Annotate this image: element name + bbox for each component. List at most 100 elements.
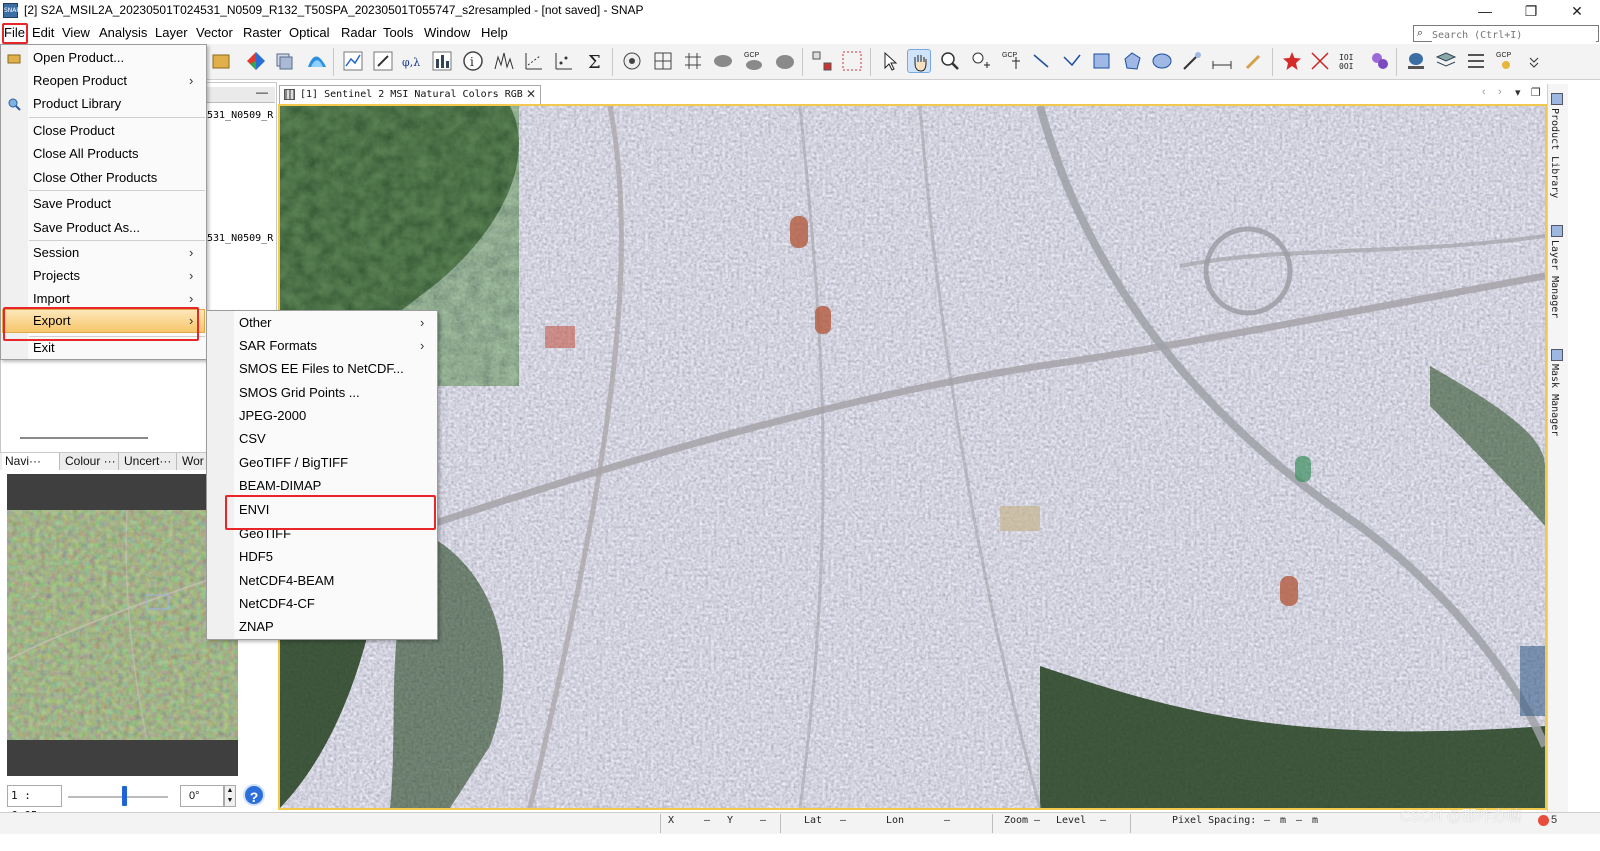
- gcp-manager-icon[interactable]: GCP: [742, 49, 766, 73]
- tab-world-view[interactable]: Wor: [179, 453, 209, 470]
- binary-icon[interactable]: IOI 0OI: [1338, 49, 1362, 73]
- horizontal-scrollbar[interactable]: [20, 437, 148, 439]
- spectrum-icon[interactable]: [492, 49, 516, 73]
- menu-help[interactable]: Help: [481, 25, 508, 40]
- phi-lambda-icon[interactable]: φ,λ: [400, 49, 424, 73]
- profile-plot-icon[interactable]: [341, 49, 365, 73]
- menu-item-save-product-as[interactable]: Save Product As...: [33, 220, 140, 235]
- satellite-image-view[interactable]: [278, 104, 1547, 810]
- pin-placing-icon[interactable]: [968, 49, 992, 73]
- menu-item-open-product[interactable]: Open Product...: [33, 50, 124, 65]
- magic-wand-icon[interactable]: [1180, 49, 1204, 73]
- search-input[interactable]: [1432, 28, 1596, 43]
- zoom-slider-thumb[interactable]: [122, 786, 127, 806]
- export-item-netcdf4-beam[interactable]: NetCDF4-BEAM: [239, 573, 334, 588]
- menu-item-close-other-products[interactable]: Close Other Products: [33, 170, 157, 185]
- notifications-indicator[interactable]: 5: [1538, 814, 1557, 826]
- information-icon[interactable]: i: [461, 49, 485, 73]
- menu-item-reopen-product[interactable]: Reopen Product: [33, 73, 127, 88]
- gcp-tool-icon[interactable]: GCP: [1494, 49, 1518, 73]
- search-box[interactable]: ⌕: [1413, 25, 1599, 43]
- export-item-hdf5[interactable]: HDF5: [239, 549, 273, 564]
- close-tab-icon[interactable]: ✕: [526, 87, 536, 101]
- menu-item-exit[interactable]: Exit: [33, 340, 55, 355]
- line-draw-icon[interactable]: [1030, 49, 1054, 73]
- menu-item-session[interactable]: Session: [33, 245, 79, 260]
- layer-manager-tab[interactable]: Layer Manager: [1549, 240, 1560, 318]
- polyline-draw-icon[interactable]: [1060, 49, 1084, 73]
- scale-field[interactable]: 1 : 6.05: [7, 785, 62, 822]
- toolbar-overflow-chevron-icon[interactable]: [1522, 49, 1539, 73]
- menu-layer[interactable]: Layer: [155, 25, 188, 40]
- pin-manager-icon[interactable]: [620, 49, 644, 73]
- rgb-image-icon[interactable]: [244, 49, 268, 73]
- histogram-icon[interactable]: [430, 49, 454, 73]
- tab-navigation[interactable]: Navi···: [2, 453, 60, 470]
- terrain-icon[interactable]: [1404, 49, 1428, 73]
- export-item-znap[interactable]: ZNAP: [239, 619, 274, 634]
- minimize-button[interactable]: —: [1462, 0, 1508, 22]
- world-view-icon[interactable]: [773, 49, 797, 73]
- menu-vector[interactable]: Vector: [196, 25, 233, 40]
- pan-tool-icon[interactable]: [907, 49, 931, 73]
- overlay-icon[interactable]: [651, 49, 675, 73]
- correlative-plot-icon[interactable]: [552, 49, 576, 73]
- world-map-icon[interactable]: [711, 49, 735, 73]
- wave-icon[interactable]: [305, 49, 329, 73]
- star-icon[interactable]: [1280, 49, 1304, 73]
- menu-item-close-product[interactable]: Close Product: [33, 123, 115, 138]
- export-item-netcdf4-cf[interactable]: NetCDF4-CF: [239, 596, 315, 611]
- menu-item-close-all-products[interactable]: Close All Products: [33, 146, 139, 161]
- xy-icon[interactable]: [1308, 49, 1332, 73]
- mask-manager-tab[interactable]: Mask Manager: [1549, 364, 1560, 436]
- edit-plot-icon[interactable]: [371, 49, 395, 73]
- tab-uncertainty[interactable]: Uncert···: [121, 453, 177, 470]
- export-item-jpeg2000[interactable]: JPEG-2000: [239, 408, 306, 423]
- pencil-icon[interactable]: [1242, 49, 1266, 73]
- rectangle-draw-icon[interactable]: [1090, 49, 1114, 73]
- statistics-sigma-icon[interactable]: Σ: [583, 49, 607, 73]
- rotation-spinner[interactable]: ▲ ▼: [224, 785, 236, 807]
- export-item-smos-ee-netcdf[interactable]: SMOS EE Files to NetCDF...: [239, 361, 404, 376]
- menu-item-product-library[interactable]: Product Library: [33, 96, 121, 111]
- help-icon[interactable]: ?: [243, 784, 265, 806]
- menu-radar[interactable]: Radar: [341, 25, 376, 40]
- rotation-field[interactable]: 0°: [180, 785, 224, 807]
- menu-edit[interactable]: Edit: [32, 25, 54, 40]
- layers-icon[interactable]: [1434, 49, 1458, 73]
- image-view-tab[interactable]: [1] Sentinel 2 MSI Natural Colors RGB ✕: [279, 85, 541, 104]
- menu-tools[interactable]: Tools: [383, 25, 413, 40]
- gcp-placing-icon[interactable]: GCP: [1000, 49, 1024, 73]
- graticule-icon[interactable]: [681, 49, 705, 73]
- select-tool-icon[interactable]: [878, 49, 902, 73]
- close-window-button[interactable]: ✕: [1554, 0, 1600, 22]
- tab-colour-manipulation[interactable]: Colour ···: [62, 453, 119, 470]
- ellipse-draw-icon[interactable]: [1150, 49, 1174, 73]
- scroll-tabs-right-icon[interactable]: ›: [1498, 86, 1502, 98]
- scatter-plot-icon[interactable]: [522, 49, 546, 73]
- tab-list-dropdown-icon[interactable]: ▾: [1515, 86, 1521, 99]
- product-tree-node[interactable]: 531_N0509_R: [207, 233, 273, 244]
- polygon-draw-icon[interactable]: [1120, 49, 1144, 73]
- export-item-csv[interactable]: CSV: [239, 431, 266, 446]
- collapse-panel-button[interactable]: —: [256, 85, 268, 99]
- zoom-slider-track[interactable]: [68, 796, 168, 798]
- export-item-geotiff-bigtiff[interactable]: GeoTIFF / BigTIFF: [239, 455, 348, 470]
- menu-view[interactable]: View: [62, 25, 90, 40]
- menu-item-import[interactable]: Import: [33, 291, 70, 306]
- export-item-other[interactable]: Other: [239, 315, 272, 330]
- menu-raster[interactable]: Raster: [243, 25, 281, 40]
- export-item-sar-formats[interactable]: SAR Formats: [239, 338, 317, 353]
- export-item-beam-dimap[interactable]: BEAM-DIMAP: [239, 478, 321, 493]
- product-tree-node[interactable]: 531_N0509_R: [207, 110, 273, 121]
- menu-optical[interactable]: Optical: [289, 25, 329, 40]
- mosaic-icon[interactable]: [840, 49, 864, 73]
- align-icon[interactable]: [1464, 49, 1488, 73]
- product-library-tab[interactable]: Product Library: [1549, 108, 1560, 198]
- menu-analysis[interactable]: Analysis: [99, 25, 147, 40]
- band-maths-icon[interactable]: [272, 49, 296, 73]
- zoom-tool-icon[interactable]: [938, 49, 962, 73]
- range-finder-icon[interactable]: [1210, 49, 1234, 73]
- menu-item-projects[interactable]: Projects: [33, 268, 80, 283]
- menu-window[interactable]: Window: [424, 25, 470, 40]
